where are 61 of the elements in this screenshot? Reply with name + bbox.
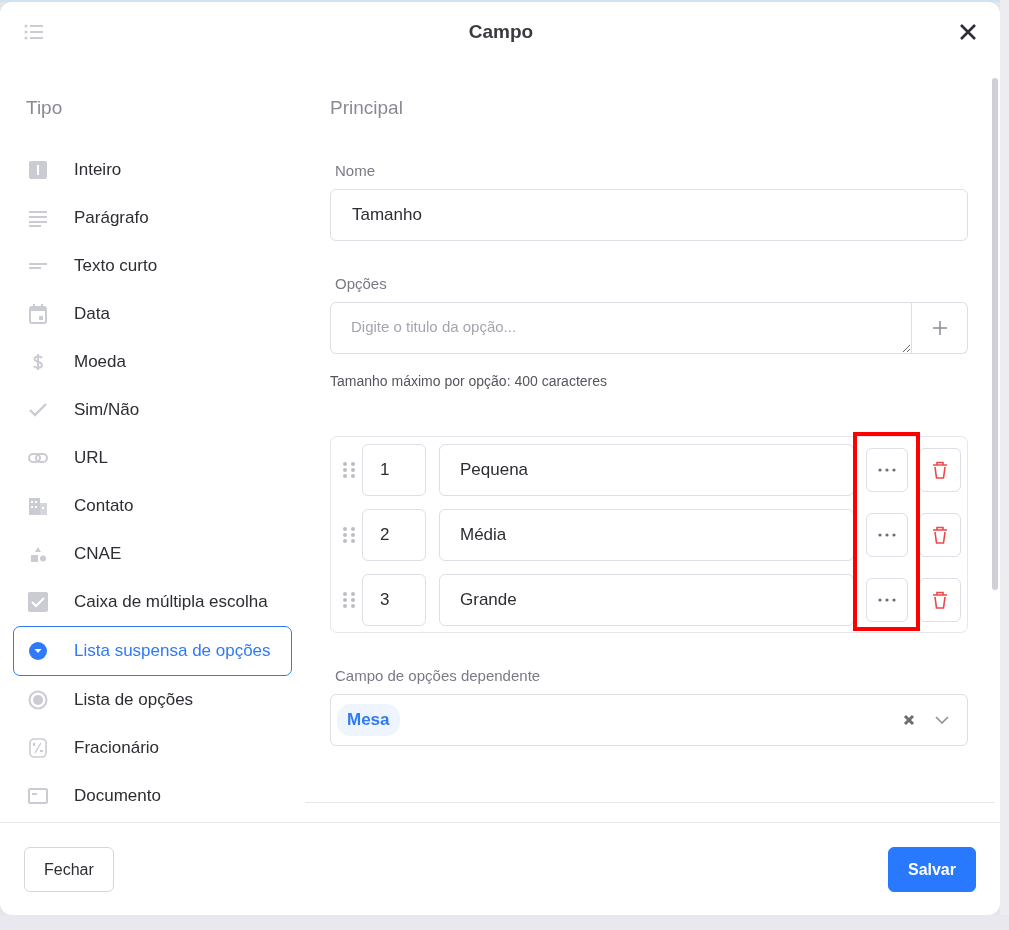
calendar-icon: [28, 304, 48, 324]
field-label: Opções: [335, 274, 388, 294]
number-field[interactable]: 3: [362, 574, 426, 626]
building-icon: [28, 496, 48, 516]
section-heading: Principal: [330, 96, 404, 120]
close-button[interactable]: [958, 22, 978, 42]
delete-button[interactable]: [919, 448, 961, 492]
type-item[interactable]: Lista suspensa de opções: [13, 626, 292, 676]
integer-icon: [28, 160, 48, 180]
field-label: Campo de opções dependente: [335, 666, 542, 686]
input-field[interactable]: Digite o titulo da opção...: [330, 302, 912, 354]
document-icon: [28, 786, 48, 806]
type-item[interactable]: Lista de opções: [13, 676, 292, 724]
plus-icon: [932, 321, 947, 335]
type-item[interactable]: Data: [13, 290, 292, 338]
more-button[interactable]: [866, 448, 908, 492]
radio-icon: [28, 690, 48, 710]
chevron-down-icon[interactable]: [935, 716, 949, 724]
close-button[interactable]: Fechar: [24, 847, 114, 892]
more-button[interactable]: [866, 513, 908, 557]
type-item[interactable]: Contato: [13, 482, 292, 530]
list-icon[interactable]: [24, 24, 44, 40]
dialog-title: Campo: [468, 21, 534, 43]
type-item[interactable]: Fracionário: [13, 724, 292, 772]
dropdown-icon: [28, 641, 48, 661]
type-item[interactable]: Parágrafo: [13, 194, 292, 242]
trash-icon: [932, 526, 948, 544]
field-label: Nome: [335, 161, 376, 181]
delete-button[interactable]: [919, 513, 961, 557]
type-item[interactable]: URL: [13, 434, 292, 482]
add-button[interactable]: [912, 302, 968, 354]
save-button[interactable]: Salvar: [887, 847, 976, 892]
clear-icon[interactable]: [903, 714, 915, 726]
delete-button[interactable]: [919, 578, 961, 622]
select-field[interactable]: Mesa: [330, 694, 968, 746]
hint-text: Tamanho máximo por opção: 400 caracteres: [330, 372, 609, 390]
type-item[interactable]: Moeda: [13, 338, 292, 386]
type-item[interactable]: Sim/Não: [13, 386, 292, 434]
type-item[interactable]: Inteiro: [13, 146, 292, 194]
number-field[interactable]: 1: [362, 444, 426, 496]
type-item[interactable]: Caixa de múltipla escolha: [13, 578, 292, 626]
paragraph-icon: [28, 208, 48, 228]
drag-handle-icon[interactable]: [343, 461, 355, 479]
type-item[interactable]: Texto curto: [13, 242, 292, 290]
type-item[interactable]: Documento: [13, 772, 292, 820]
trash-icon: [932, 461, 948, 479]
more-button[interactable]: [866, 578, 908, 622]
drag-handle-icon[interactable]: [343, 591, 355, 609]
tag: Mesa: [337, 704, 400, 736]
checkbox-icon: [28, 592, 48, 612]
type-item[interactable]: CNAE: [13, 530, 292, 578]
number-field[interactable]: 2: [362, 509, 426, 561]
more-icon: [878, 598, 896, 602]
input-field[interactable]: Tamanho: [330, 189, 968, 241]
drag-handle-icon[interactable]: [343, 526, 355, 544]
section-heading: Tipo: [26, 96, 64, 120]
trash-icon: [932, 591, 948, 609]
more-icon: [878, 533, 896, 537]
fraction-icon: [28, 738, 48, 758]
more-icon: [878, 468, 896, 472]
scrollbar[interactable]: [992, 78, 998, 590]
